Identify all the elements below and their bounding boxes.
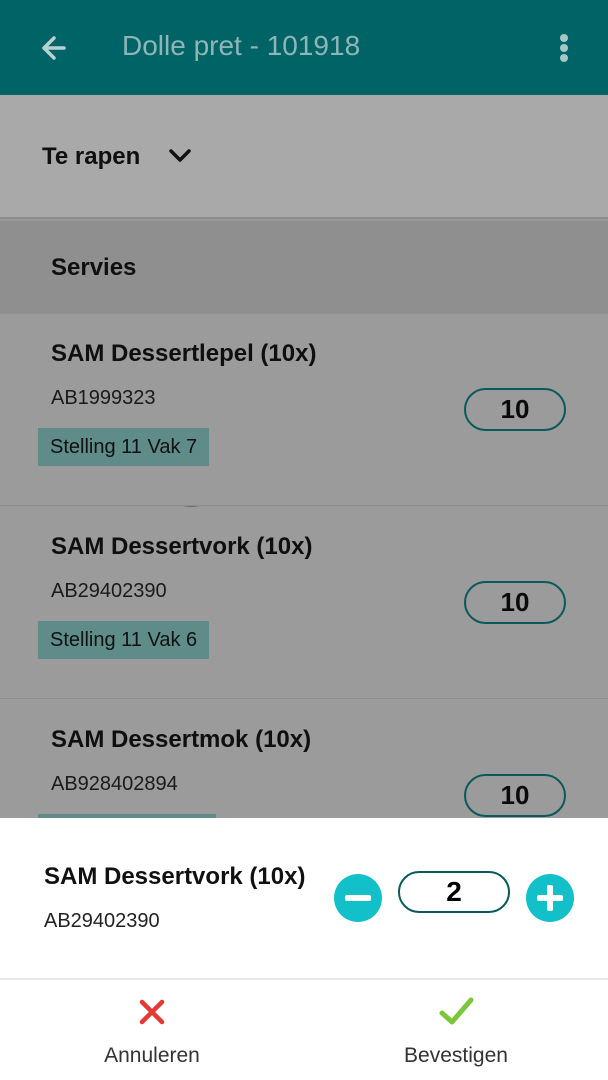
cancel-button[interactable]: Annuleren: [0, 980, 304, 1080]
location-tag: Stelling 11 Vak 7: [38, 428, 210, 466]
close-icon: [139, 999, 165, 1025]
item-name: SAM Dessertlepel (10x): [51, 340, 317, 367]
item-code: AB928402894: [51, 773, 178, 795]
sheet-item-name: SAM Dessertvork (10x): [44, 863, 306, 890]
quantity-pill[interactable]: 10: [464, 388, 566, 431]
action-bar: Annuleren Bevestigen: [0, 978, 608, 1080]
back-arrow-icon[interactable]: [36, 28, 76, 68]
item-code: AB1999323: [51, 387, 156, 409]
chevron-down-icon: [169, 149, 191, 162]
sheet-item-code: AB29402390: [44, 910, 160, 932]
checkmark-icon: [439, 997, 474, 1025]
app-bar: Dolle pret - 101918: [0, 0, 608, 95]
location-tag: Stelling 11 Vak 6: [38, 621, 210, 659]
item-name: SAM Dessertvork (10x): [51, 533, 313, 560]
confirm-label: Bevestigen: [404, 1044, 508, 1067]
item-code: AB29402390: [51, 580, 167, 602]
quantity-stepper[interactable]: 2: [398, 871, 510, 913]
item-name: SAM Dessertmok (10x): [51, 726, 312, 753]
list-item[interactable]: SAM Dessertlepel (10x) AB1999323 Stellin…: [0, 314, 608, 506]
page-title: Dolle pret - 101918: [122, 30, 361, 61]
group-label: Servies: [51, 254, 137, 281]
filter-dropdown[interactable]: Te rapen: [0, 95, 608, 219]
increment-button[interactable]: [526, 874, 574, 922]
confirm-button[interactable]: Bevestigen: [304, 980, 608, 1080]
cancel-label: Annuleren: [104, 1044, 200, 1067]
filter-label: Te rapen: [42, 143, 141, 170]
quantity-sheet: SAM Dessertvork (10x) AB29402390 2: [0, 818, 608, 978]
quantity-pill[interactable]: 10: [464, 581, 566, 624]
quantity-pill[interactable]: 10: [464, 774, 566, 817]
group-header: Servies 3: [0, 221, 608, 507]
decrement-button[interactable]: [334, 874, 382, 922]
list-item[interactable]: SAM Dessertvork (10x) AB29402390 Stellin…: [0, 507, 608, 699]
more-menu-icon[interactable]: [550, 30, 578, 66]
